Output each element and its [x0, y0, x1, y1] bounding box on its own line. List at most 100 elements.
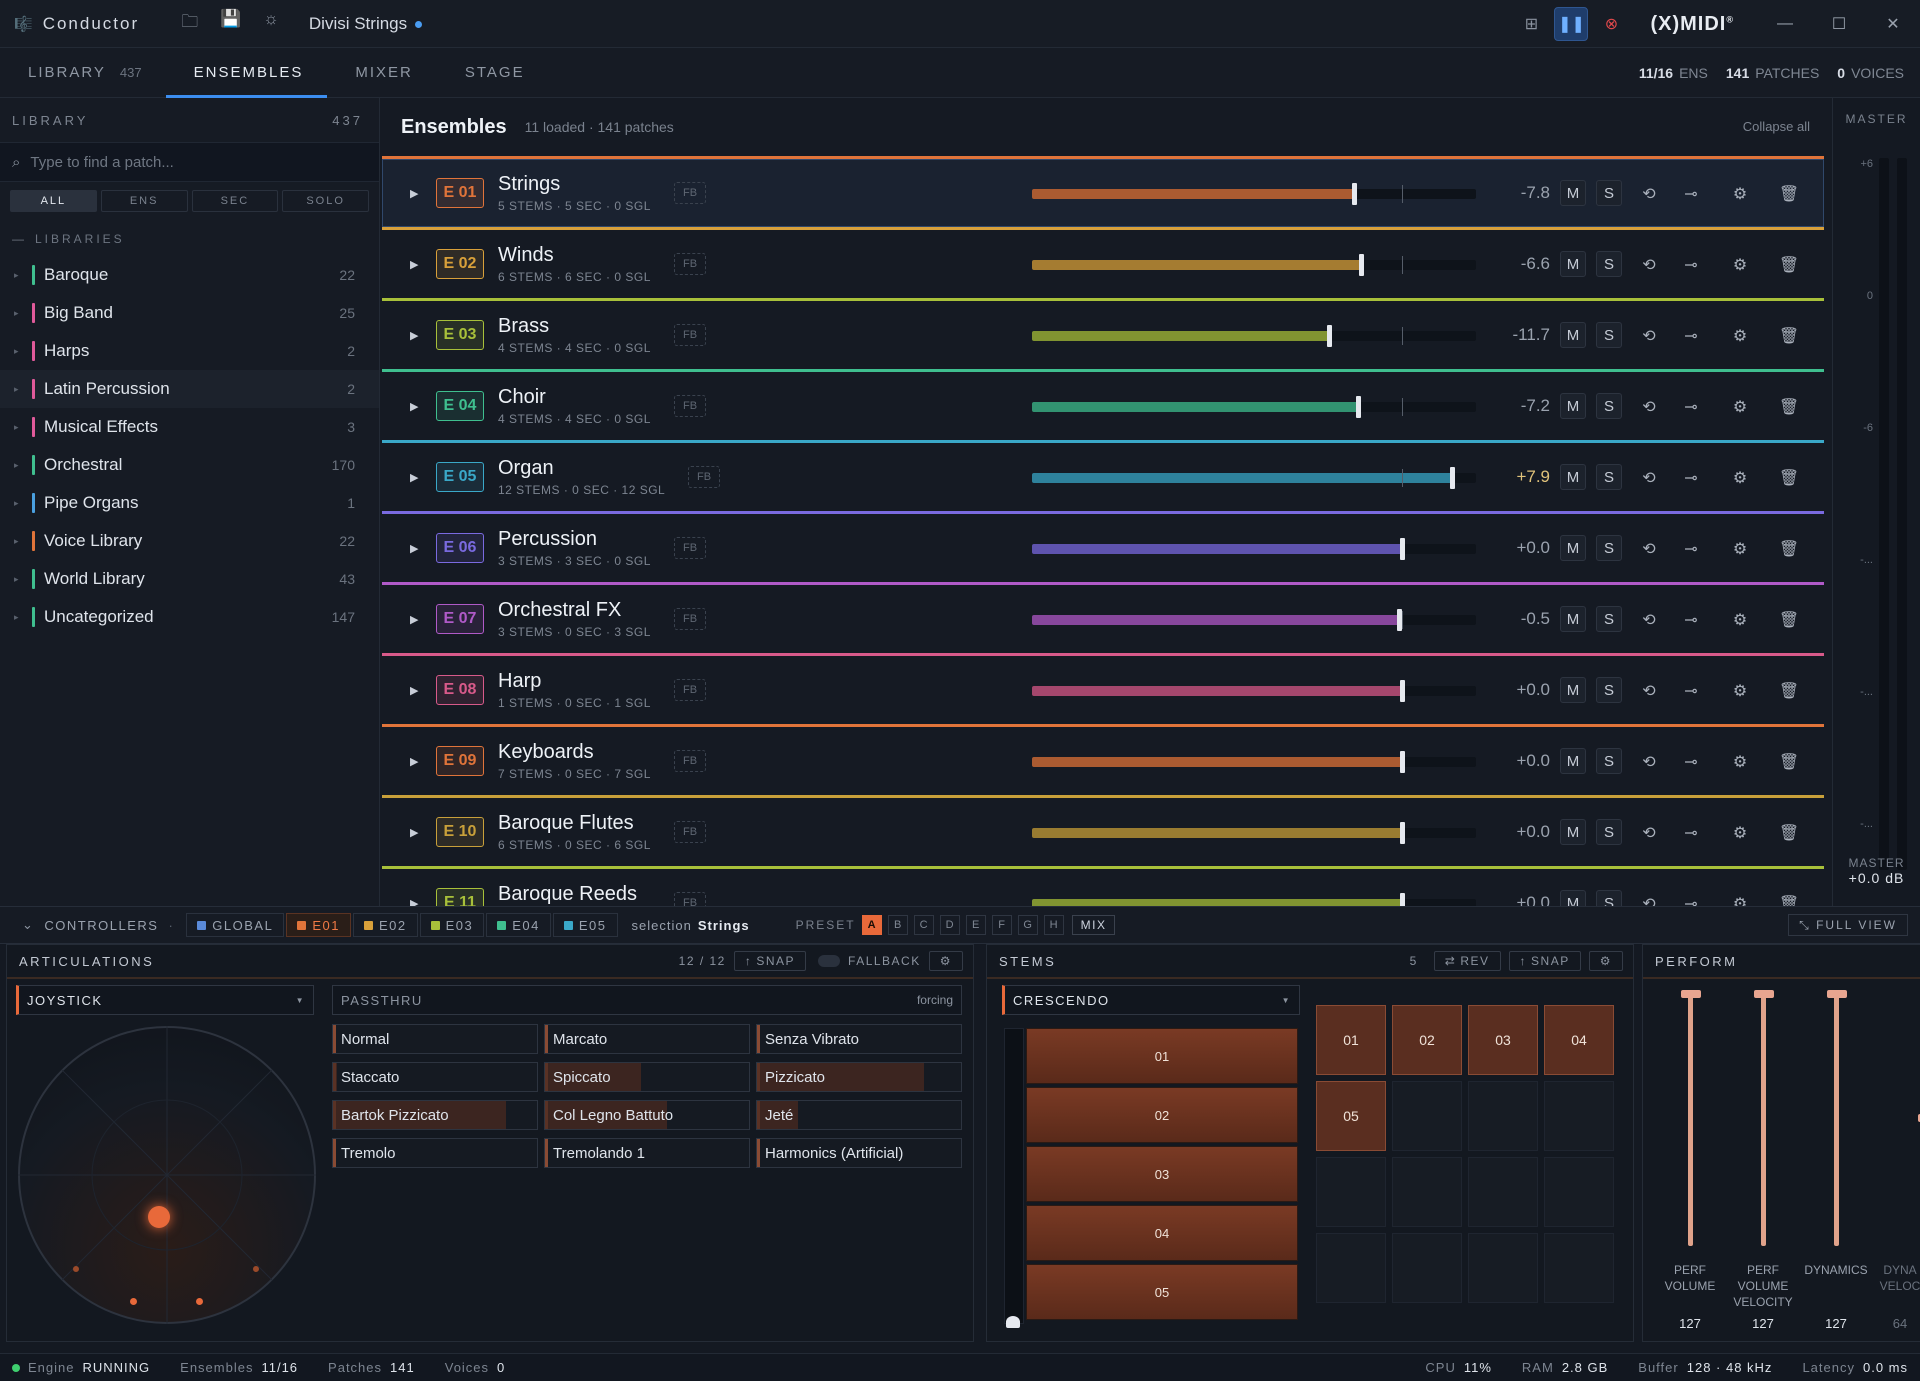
- ensemble-row[interactable]: ▶ E 05 Organ 12 STEMS · 0 SEC · 12 SGL FB +7.…: [382, 440, 1824, 511]
- solo-button[interactable]: S: [1596, 322, 1622, 348]
- articulation-button[interactable]: Normal: [332, 1024, 538, 1054]
- stem-range-track[interactable]: [1004, 1028, 1024, 1324]
- articulation-joystick-pad[interactable]: [18, 1026, 316, 1324]
- panic-stop-icon[interactable]: ⊗: [1594, 7, 1628, 41]
- joystick-handle[interactable]: [148, 1206, 170, 1228]
- filter-all[interactable]: ALL: [10, 190, 97, 212]
- ensemble-row[interactable]: ▶ E 02 Winds 6 STEMS · 6 SEC · 0 SGL FB -6.6 M…: [382, 227, 1824, 298]
- ensemble-row[interactable]: ▶ E 06 Percussion 3 STEMS · 3 SEC · 0 SGL FB…: [382, 511, 1824, 582]
- expand-arrow-icon[interactable]: ▸: [14, 574, 32, 585]
- stem-grid-cell[interactable]: [1392, 1081, 1462, 1151]
- trash-icon[interactable]: 🗑: [1776, 749, 1802, 775]
- fader-knob[interactable]: [1399, 822, 1405, 844]
- solo-button[interactable]: S: [1596, 677, 1622, 703]
- gear-icon[interactable]: ⚙: [1727, 749, 1753, 775]
- gear-icon[interactable]: ⚙: [1727, 465, 1753, 491]
- mute-button[interactable]: M: [1560, 180, 1586, 206]
- maximize-icon[interactable]: ☐: [1812, 14, 1866, 34]
- close-icon[interactable]: ✕: [1866, 14, 1920, 34]
- articulation-button[interactable]: Bartok Pizzicato: [332, 1100, 538, 1130]
- link-icon[interactable]: ⊸: [1678, 465, 1704, 491]
- trash-icon[interactable]: 🗑: [1776, 891, 1802, 906]
- solo-button[interactable]: S: [1596, 393, 1622, 419]
- link-icon[interactable]: ⊸: [1678, 394, 1704, 420]
- gear-icon[interactable]: ⚙: [1727, 607, 1753, 633]
- sidebar-item-world-library[interactable]: ▸ World Library 43: [0, 560, 379, 598]
- articulations-settings-icon[interactable]: ⚙: [928, 951, 963, 971]
- tab-ensembles[interactable]: ENSEMBLES: [165, 48, 328, 98]
- fader-knob[interactable]: [1355, 396, 1361, 418]
- stem-grid-cell[interactable]: [1392, 1157, 1462, 1227]
- preset-button-h[interactable]: H: [1043, 915, 1064, 935]
- full-view-button[interactable]: ⤡ FULL VIEW: [1788, 914, 1908, 936]
- route-icon[interactable]: ⟲: [1636, 252, 1662, 278]
- fallback-badge[interactable]: FB: [674, 324, 706, 346]
- solo-button[interactable]: S: [1596, 180, 1622, 206]
- fader-knob[interactable]: [1449, 467, 1455, 489]
- ensemble-row[interactable]: ▶ E 09 Keyboards 7 STEMS · 0 SEC · 7 SGL FB +…: [382, 724, 1824, 795]
- preset-button-a[interactable]: A: [861, 915, 882, 935]
- ensemble-volume-fader[interactable]: [1032, 822, 1476, 844]
- gear-icon[interactable]: ⚙: [1727, 323, 1753, 349]
- perform-fader-track[interactable]: [1761, 994, 1766, 1246]
- add-panel-icon[interactable]: ⊞: [1514, 7, 1548, 41]
- sidebar-item-harps[interactable]: ▸ Harps 2: [0, 332, 379, 370]
- gear-icon[interactable]: ⚙: [1727, 820, 1753, 846]
- solo-button[interactable]: S: [1596, 748, 1622, 774]
- mute-button[interactable]: M: [1560, 748, 1586, 774]
- joystick-select[interactable]: JOYSTICK ▼: [16, 985, 314, 1015]
- stem-grid-cell[interactable]: [1468, 1081, 1538, 1151]
- controller-tab-e02[interactable]: E02: [352, 913, 418, 937]
- gear-icon[interactable]: ⚙: [1727, 181, 1753, 207]
- fallback-badge[interactable]: FB: [674, 537, 706, 559]
- controller-tab-e03[interactable]: E03: [419, 913, 485, 937]
- stem-grid-cell[interactable]: [1316, 1157, 1386, 1227]
- fader-knob[interactable]: [1399, 893, 1405, 906]
- save-icon[interactable]: 💾: [220, 9, 241, 38]
- stems-snap-button[interactable]: ↑ SNAP: [1508, 951, 1581, 971]
- route-icon[interactable]: ⟲: [1636, 465, 1662, 491]
- stem-grid-cell[interactable]: 01: [1316, 1005, 1386, 1075]
- fader-knob[interactable]: [1351, 183, 1357, 205]
- articulation-button[interactable]: Jeté: [756, 1100, 962, 1130]
- solo-button[interactable]: S: [1596, 251, 1622, 277]
- stem-grid-cell[interactable]: 04: [1544, 1005, 1614, 1075]
- articulation-button[interactable]: Senza Vibrato: [756, 1024, 962, 1054]
- route-icon[interactable]: ⟲: [1636, 323, 1662, 349]
- ensemble-volume-fader[interactable]: [1032, 893, 1476, 906]
- articulation-button[interactable]: Spiccato: [544, 1062, 750, 1092]
- ensemble-volume-fader[interactable]: [1032, 751, 1476, 773]
- solo-button[interactable]: S: [1596, 606, 1622, 632]
- trash-icon[interactable]: 🗑: [1776, 181, 1802, 207]
- fallback-toggle[interactable]: [818, 955, 841, 967]
- gear-icon[interactable]: ⚙: [1727, 252, 1753, 278]
- fader-knob[interactable]: [1399, 751, 1405, 773]
- sidebar-item-musical-effects[interactable]: ▸ Musical Effects 3: [0, 408, 379, 446]
- articulation-button[interactable]: Pizzicato: [756, 1062, 962, 1092]
- snap-button[interactable]: ↑ SNAP: [733, 951, 807, 971]
- route-icon[interactable]: ⟲: [1636, 536, 1662, 562]
- perform-fader-knob[interactable]: [1754, 990, 1774, 998]
- sidebar-item-latin-percussion[interactable]: ▸ Latin Percussion 2: [0, 370, 379, 408]
- stem-grid-cell[interactable]: 03: [1468, 1005, 1538, 1075]
- preset-button-c[interactable]: C: [913, 915, 934, 935]
- ensemble-row[interactable]: ▶ E 01 Strings 5 STEMS · 5 SEC · 0 SGL FB -7.…: [382, 156, 1824, 227]
- preset-button-e[interactable]: E: [965, 915, 986, 935]
- controller-tab-global[interactable]: GLOBAL: [186, 913, 285, 937]
- ensemble-volume-fader[interactable]: [1032, 325, 1476, 347]
- controller-tab-e05[interactable]: E05: [552, 913, 618, 937]
- link-icon[interactable]: ⊸: [1678, 607, 1704, 633]
- link-icon[interactable]: ⊸: [1678, 749, 1704, 775]
- link-icon[interactable]: ⊸: [1678, 820, 1704, 846]
- fader-knob[interactable]: [1399, 538, 1405, 560]
- link-icon[interactable]: ⊸: [1678, 181, 1704, 207]
- trash-icon[interactable]: 🗑: [1776, 536, 1802, 562]
- ensemble-volume-fader[interactable]: [1032, 183, 1476, 205]
- filter-sec[interactable]: SEC: [191, 190, 279, 212]
- settings-sun-icon[interactable]: ☼: [263, 9, 279, 38]
- articulation-button[interactable]: Tremolando 1: [544, 1138, 750, 1168]
- fader-knob[interactable]: [1359, 254, 1365, 276]
- preset-button-f[interactable]: F: [991, 915, 1012, 935]
- mute-button[interactable]: M: [1560, 393, 1586, 419]
- sidebar-item-orchestral[interactable]: ▸ Orchestral 170: [0, 446, 379, 484]
